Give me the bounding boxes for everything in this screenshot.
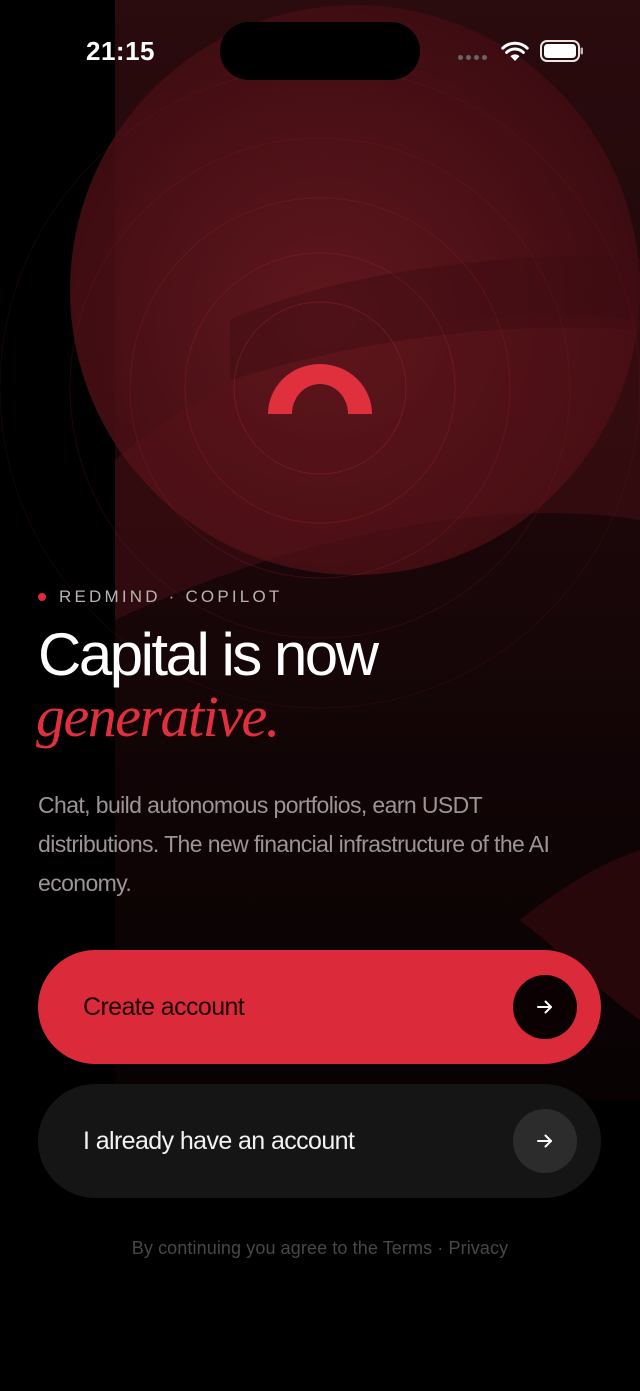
create-account-label: Create account	[83, 992, 245, 1021]
eyebrow-dot-icon	[38, 593, 46, 601]
login-button[interactable]: I already have an account	[38, 1084, 601, 1198]
status-bar: 21:15	[0, 0, 640, 100]
dynamic-island	[220, 22, 420, 80]
status-time: 21:15	[86, 36, 155, 66]
description: Chat, build autonomous portfolios, earn …	[38, 792, 550, 896]
login-label: I already have an account	[83, 1126, 355, 1155]
wifi-icon	[501, 41, 529, 61]
headline-accent: generative.	[36, 684, 280, 749]
welcome-screen: 21:15 REDMIND · COPILOT Capital is now g…	[0, 0, 640, 1391]
arrow-right-icon	[513, 975, 577, 1039]
arrow-right-icon	[513, 1109, 577, 1173]
headline: Capital is now	[38, 621, 379, 688]
arch-logo-icon	[268, 364, 372, 414]
create-account-button[interactable]: Create account	[38, 950, 601, 1064]
eyebrow: REDMIND · COPILOT	[38, 587, 282, 607]
cellular-signal-icon	[458, 55, 487, 60]
eyebrow-text: REDMIND · COPILOT	[59, 587, 283, 606]
legal-text: By continuing you agree to the Terms · P…	[131, 1238, 509, 1258]
battery-icon	[540, 40, 583, 62]
